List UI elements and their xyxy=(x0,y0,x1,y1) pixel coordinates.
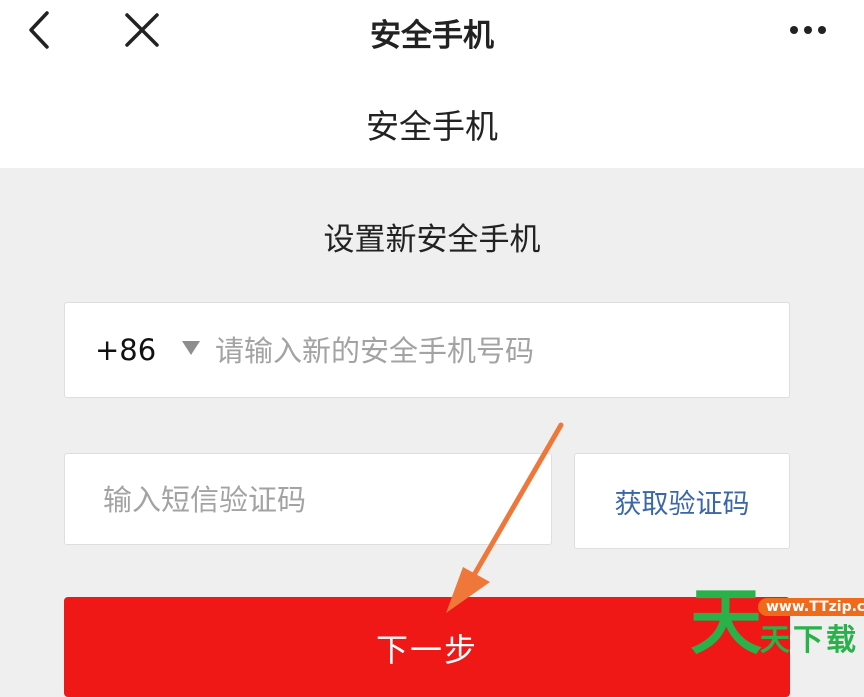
watermark-url: www.TTzip.com xyxy=(758,598,864,616)
annotation-arrow-icon xyxy=(446,422,564,613)
watermark-text: 天下载 xyxy=(760,623,859,658)
site-watermark: 天 www.TTzip.com 天下载 xyxy=(688,586,864,668)
watermark-logo-char: 天 xyxy=(690,580,763,664)
